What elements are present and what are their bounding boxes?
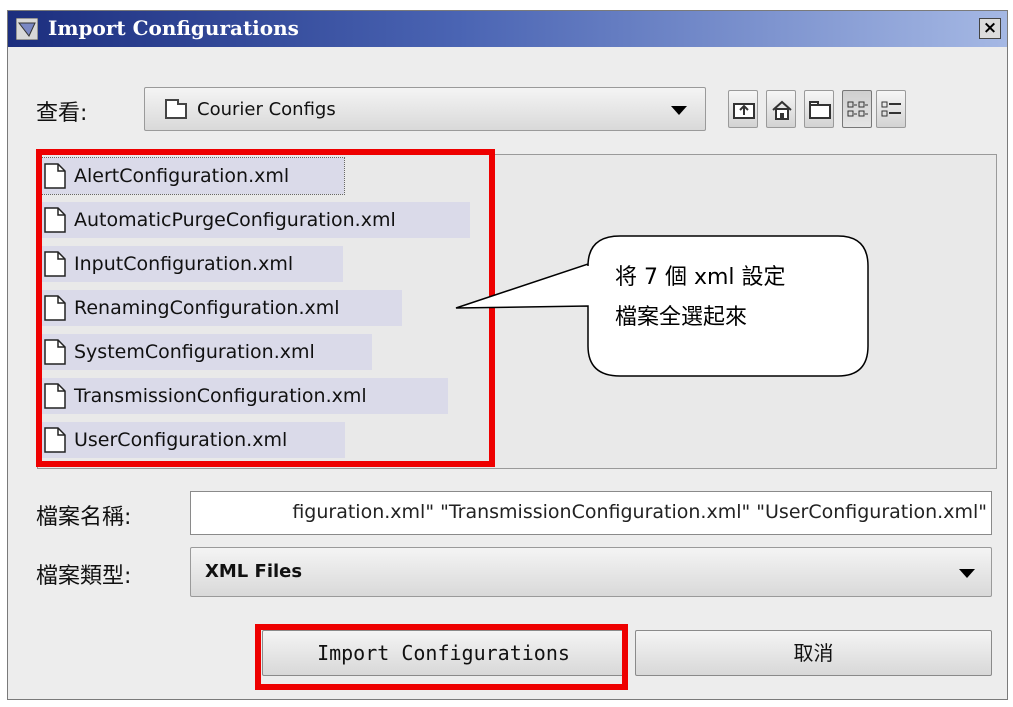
callout-text: 将 7 個 xml 設定 檔案全選起來 <box>615 258 845 338</box>
speech-bubble <box>455 235 869 377</box>
callout-line-1: 将 7 個 xml 設定 <box>615 265 786 290</box>
callout-line-2: 檔案全選起來 <box>615 305 748 330</box>
